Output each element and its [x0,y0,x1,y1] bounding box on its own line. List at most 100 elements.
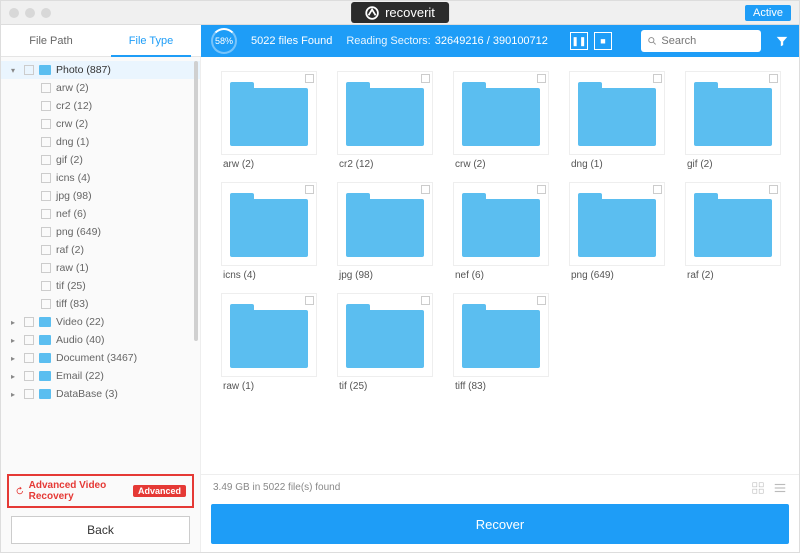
checkbox[interactable] [41,281,51,291]
tree-item[interactable]: crw (2) [1,115,200,133]
chevron-right-icon[interactable]: ▸ [11,336,19,345]
tab-file-path[interactable]: File Path [1,25,101,56]
checkbox[interactable] [41,209,51,219]
checkbox[interactable] [24,371,34,381]
tree-item[interactable]: nef (6) [1,205,200,223]
chevron-right-icon[interactable]: ▸ [11,372,19,381]
checkbox[interactable] [41,173,51,183]
folder-thumb[interactable] [453,293,549,377]
tree-item[interactable]: icns (4) [1,169,200,187]
folder-thumb[interactable] [685,182,781,266]
checkbox[interactable] [41,191,51,201]
pause-button[interactable]: ❚❚ [570,32,588,50]
filter-icon[interactable] [775,34,789,48]
folder-card[interactable]: icns (4) [221,182,317,281]
list-view-icon[interactable] [773,481,787,495]
tab-file-type[interactable]: File Type [101,25,201,56]
tree-category[interactable]: ▸Video (22) [1,313,200,331]
folder-card[interactable]: gif (2) [685,71,781,170]
checkbox[interactable] [41,119,51,129]
folder-thumb[interactable] [685,71,781,155]
tree-label: nef (6) [56,208,86,220]
tree-item[interactable]: raw (1) [1,259,200,277]
tree-category-photo[interactable]: ▾ Photo (887) [1,61,200,79]
category-icon [39,335,51,345]
tree-item[interactable]: png (649) [1,223,200,241]
back-button[interactable]: Back [11,516,190,544]
tree-item[interactable]: tif (25) [1,277,200,295]
category-icon [39,389,51,399]
checkbox[interactable] [41,227,51,237]
checkbox[interactable] [41,83,51,93]
checkbox[interactable] [41,263,51,273]
checkbox[interactable] [41,155,51,165]
folder-thumb[interactable] [221,71,317,155]
advanced-video-recovery[interactable]: Advanced Video Recovery Advanced [7,474,194,508]
checkbox[interactable] [41,245,51,255]
checkbox[interactable] [24,335,34,345]
search-icon [647,35,657,47]
tree-label: Email (22) [56,370,104,382]
checkbox[interactable] [24,389,34,399]
folder-card[interactable]: dng (1) [569,71,665,170]
tabs: File Path File Type [1,25,201,57]
folder-card[interactable]: cr2 (12) [337,71,433,170]
folder-label: jpg (98) [337,266,433,281]
checkbox[interactable] [24,353,34,363]
tree-item[interactable]: jpg (98) [1,187,200,205]
category-icon [39,353,51,363]
main-panel: arw (2)cr2 (12)crw (2)dng (1)gif (2) icns… [201,57,799,552]
folder-thumb[interactable] [337,293,433,377]
checkbox[interactable] [24,65,34,75]
folder-card[interactable]: raf (2) [685,182,781,281]
chevron-right-icon[interactable]: ▸ [11,318,19,327]
chevron-right-icon[interactable]: ▸ [11,390,19,399]
tree-category[interactable]: ▸Audio (40) [1,331,200,349]
minimize-icon[interactable] [25,8,35,18]
folder-thumb[interactable] [453,182,549,266]
tree-item[interactable]: raf (2) [1,241,200,259]
checkbox[interactable] [41,299,51,309]
search-box[interactable] [641,30,761,52]
recover-button[interactable]: Recover [211,504,789,544]
folder-thumb[interactable] [221,293,317,377]
tree-item[interactable]: cr2 (12) [1,97,200,115]
reading-sectors-value: 32649216 / 390100712 [435,35,548,47]
folder-thumb[interactable] [337,71,433,155]
folder-thumb[interactable] [221,182,317,266]
checkbox[interactable] [41,101,51,111]
window-controls[interactable] [9,8,51,18]
file-tree[interactable]: ▾ Photo (887) arw (2)cr2 (12) crw (2) dng … [1,57,200,472]
folder-card[interactable]: tiff (83) [453,293,549,392]
folder-card[interactable]: nef (6) [453,182,549,281]
tree-item[interactable]: tiff (83) [1,295,200,313]
folder-card[interactable]: arw (2) [221,71,317,170]
tree-label: crw (2) [56,118,88,130]
folder-card[interactable]: raw (1) [221,293,317,392]
maximize-icon[interactable] [41,8,51,18]
folder-thumb[interactable] [453,71,549,155]
scrollbar[interactable] [194,61,198,341]
tree-category[interactable]: ▸DataBase (3) [1,385,200,403]
tree-category[interactable]: ▸Document (3467) [1,349,200,367]
active-button[interactable]: Active [745,5,791,21]
tree-item[interactable]: gif (2) [1,151,200,169]
chevron-down-icon[interactable]: ▾ [11,66,19,75]
folder-card[interactable]: crw (2) [453,71,549,170]
folder-card[interactable]: jpg (98) [337,182,433,281]
tree-category[interactable]: ▸ Email (22) [1,367,200,385]
close-icon[interactable] [9,8,19,18]
stop-button[interactable]: ■ [594,32,612,50]
folder-thumb[interactable] [569,182,665,266]
folder-thumb[interactable] [337,182,433,266]
checkbox[interactable] [24,317,34,327]
grid-view-icon[interactable] [751,481,765,495]
tree-item[interactable]: dng (1) [1,133,200,151]
folder-card[interactable]: png (649) [569,182,665,281]
folder-thumb[interactable] [569,71,665,155]
checkbox[interactable] [41,137,51,147]
folder-card[interactable]: tif (25) [337,293,433,392]
tree-item[interactable]: arw (2) [1,79,200,97]
search-input[interactable] [661,35,755,47]
chevron-right-icon[interactable]: ▸ [11,354,19,363]
